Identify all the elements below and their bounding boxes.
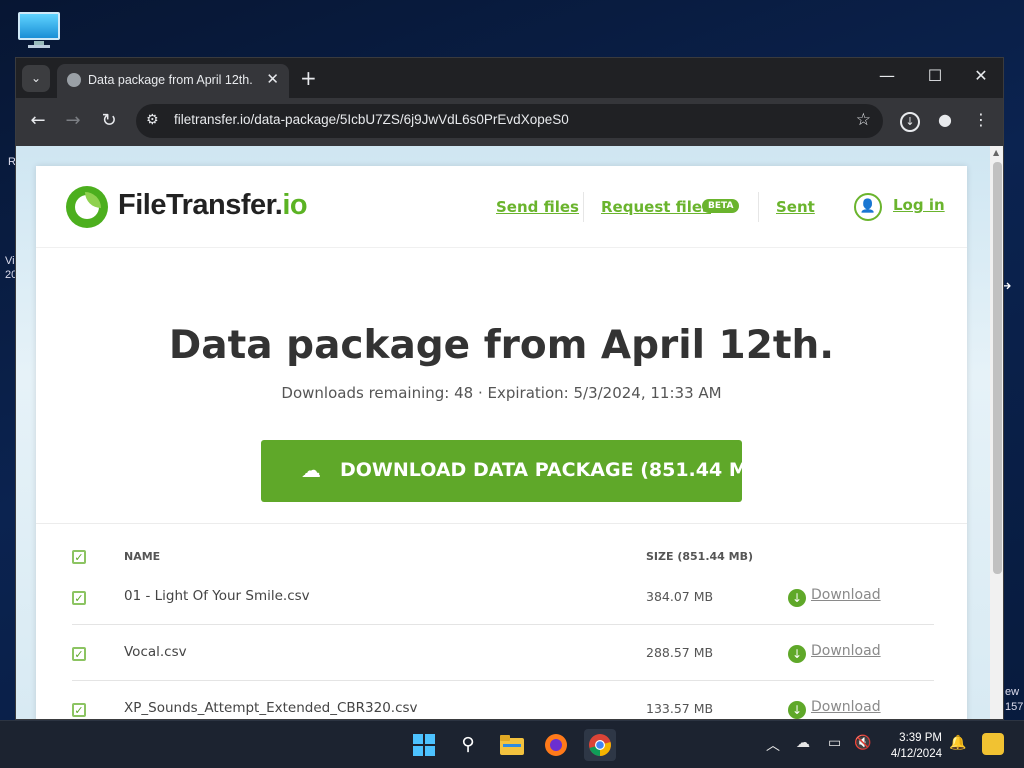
search-icon[interactable]: ⚲: [452, 729, 484, 761]
table-row: ✓ 01 - Light Of Your Smile.csv 384.07 MB…: [36, 579, 967, 635]
url-text[interactable]: filetransfer.io/data-package/5IcbU7ZS/6j…: [174, 112, 569, 127]
tab-strip: ⌄ Data package from April 12th. ✕ + — ☐ …: [16, 58, 1003, 98]
window-close-icon[interactable]: ✕: [966, 66, 996, 85]
row-checkbox[interactable]: ✓: [72, 703, 86, 717]
address-bar[interactable]: ⚙ filetransfer.io/data-package/5IcbU7ZS/…: [136, 104, 883, 138]
table-row: ✓ XP_Sounds_Attempt_Extended_CBR320.csv …: [36, 691, 967, 719]
package-hero: Data package from April 12th. Downloads …: [36, 248, 967, 523]
bookmark-star-icon[interactable]: ☆: [856, 110, 871, 130]
start-windows-icon[interactable]: [408, 729, 440, 761]
forward-arrow-icon[interactable]: →: [61, 110, 85, 131]
taskbar: ⚲ ︿ ☁ ▭ 🔇 3:39 PM 4/12/2024 🔔: [0, 720, 1024, 768]
tab-close-icon[interactable]: ✕: [266, 70, 279, 88]
browser-menu-icon[interactable]: ⋮: [970, 110, 992, 129]
table-row: ✓ Vocal.csv 288.57 MB ↓ Download: [36, 635, 967, 691]
row-checkbox[interactable]: ✓: [72, 591, 86, 605]
download-package-button[interactable]: ☁ DOWNLOAD DATA PACKAGE (851.44 MB): [261, 440, 771, 502]
system-clock[interactable]: 3:39 PM 4/12/2024: [882, 730, 942, 762]
column-header-name: NAME: [124, 550, 161, 563]
row-checkbox[interactable]: ✓: [72, 647, 86, 661]
nav-divider: [583, 192, 584, 222]
tab-title: Data package from April 12th.: [88, 73, 253, 87]
this-pc-desktop-icon[interactable]: [16, 10, 62, 48]
scroll-up-icon[interactable]: ▲: [993, 148, 999, 157]
profile-avatar-icon[interactable]: ●: [934, 110, 956, 129]
site-info-icon[interactable]: ⚙: [146, 112, 159, 128]
volume-muted-icon[interactable]: 🔇: [854, 735, 871, 751]
copilot-pre-icon[interactable]: [982, 733, 1004, 759]
notification-bell-icon[interactable]: 🔔: [949, 735, 966, 751]
file-size: 133.57 MB: [646, 701, 714, 716]
page-scrollbar[interactable]: ▲: [990, 146, 1003, 719]
download-package-label: DOWNLOAD DATA PACKAGE (851.44 MB): [340, 459, 771, 481]
download-arrow-icon: ↓: [788, 589, 806, 607]
page-card: FileTransfer.io Send files Request files…: [36, 166, 967, 719]
file-download-link[interactable]: ↓ Download: [788, 587, 881, 607]
file-name: Vocal.csv: [124, 644, 187, 660]
reload-icon[interactable]: ↻: [97, 110, 121, 131]
scrollbar-thumb[interactable]: [993, 162, 1002, 574]
back-arrow-icon[interactable]: ←: [26, 110, 50, 131]
nav-send-files[interactable]: Send files: [496, 198, 579, 216]
clock-date: 4/12/2024: [890, 748, 942, 760]
maximize-icon[interactable]: ☐: [920, 66, 950, 85]
page-viewport: FileTransfer.io Send files Request files…: [16, 146, 1003, 719]
nav-divider: [758, 192, 759, 222]
download-arrow-icon: ↓: [788, 645, 806, 663]
desktop-label-fragment: ew: [1005, 686, 1020, 698]
browser-window: ⌄ Data package from April 12th. ✕ + — ☐ …: [15, 57, 1004, 720]
tab-search-chevron-icon[interactable]: ⌄: [22, 65, 50, 92]
file-explorer-icon[interactable]: [496, 729, 528, 761]
file-name: XP_Sounds_Attempt_Extended_CBR320.csv: [124, 700, 418, 716]
network-icon[interactable]: ▭: [828, 735, 841, 751]
show-hidden-icons-chevron-icon[interactable]: ︿: [766, 735, 780, 755]
download-arrow-icon: ↓: [788, 701, 806, 719]
file-download-link[interactable]: ↓ Download: [788, 699, 881, 719]
file-size: 288.57 MB: [646, 645, 714, 660]
onedrive-cloud-icon[interactable]: ☁: [796, 735, 810, 751]
file-name: 01 - Light Of Your Smile.csv: [124, 588, 310, 604]
row-divider: [72, 624, 934, 625]
desktop-label-fragment: 157: [1005, 701, 1024, 713]
select-all-checkbox[interactable]: ✓: [72, 550, 86, 564]
site-header: FileTransfer.io Send files Request files…: [36, 166, 967, 248]
logo-wordmark: FileTransfer.io: [118, 189, 308, 221]
chrome-icon[interactable]: [584, 729, 616, 761]
tab-active[interactable]: Data package from April 12th. ✕: [57, 64, 289, 98]
row-divider: [72, 680, 934, 681]
minimize-icon[interactable]: —: [872, 66, 902, 85]
new-tab-plus-icon[interactable]: +: [300, 66, 317, 90]
logo-mark-icon: [66, 186, 108, 228]
globe-icon: [67, 73, 81, 87]
beta-badge: BETA: [702, 199, 740, 213]
clock-time: 3:39 PM: [899, 732, 942, 744]
nav-request-files[interactable]: Request files: [601, 198, 711, 216]
browser-toolbar: ← → ↻ ⚙ filetransfer.io/data-package/5Ic…: [16, 98, 1003, 146]
cloud-download-icon: ☁: [301, 458, 321, 482]
page-title: Data package from April 12th.: [168, 323, 835, 368]
desktop-label-fragment: Vi: [5, 255, 15, 267]
user-icon[interactable]: 👤: [854, 193, 882, 221]
nav-log-in[interactable]: Log in: [893, 196, 945, 214]
downloads-icon[interactable]: ↓: [899, 110, 921, 132]
firefox-icon[interactable]: [540, 729, 572, 761]
package-meta: Downloads remaining: 48 · Expiration: 5/…: [281, 384, 722, 402]
nav-sent[interactable]: Sent: [776, 198, 815, 216]
file-list: ✓ NAME SIZE (851.44 MB) ✓ 01 - Light Of …: [36, 523, 967, 719]
file-download-link[interactable]: ↓ Download: [788, 643, 881, 663]
column-header-size: SIZE (851.44 MB): [646, 550, 753, 563]
file-size: 384.07 MB: [646, 589, 714, 604]
